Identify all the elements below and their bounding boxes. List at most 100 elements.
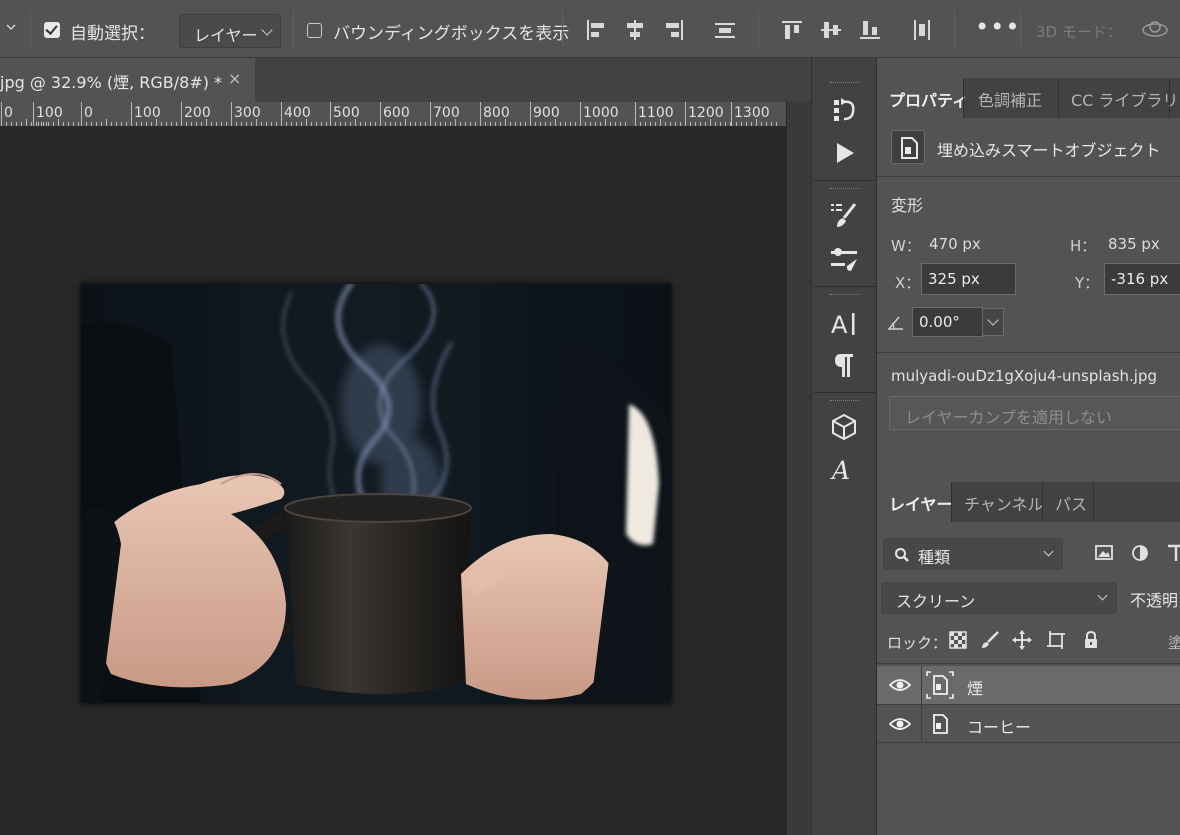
x-label: X： [895, 274, 921, 292]
panel-grip[interactable] [830, 400, 860, 403]
panel-grip[interactable] [830, 82, 860, 85]
ruler-minor-tick [761, 122, 762, 126]
panel-grip[interactable] [830, 294, 860, 297]
lock-artboard-icon[interactable] [1045, 629, 1067, 651]
align-bottom-edges-icon[interactable] [858, 18, 882, 42]
blend-mode-dropdown[interactable]: スクリーン [881, 582, 1117, 614]
ruler-minor-tick [301, 122, 302, 126]
angle-dropdown-button[interactable] [982, 308, 1004, 336]
align-horizontal-centers-icon[interactable] [623, 18, 647, 42]
tab-paths[interactable]: パス [1043, 482, 1093, 522]
ruler-minor-tick [106, 119, 107, 126]
eye-icon[interactable] [889, 716, 911, 732]
tool-preset-chevron-icon[interactable] [6, 22, 16, 32]
layers-empty-area[interactable] [877, 744, 1180, 835]
ruler-minor-tick [655, 122, 656, 126]
ruler-minor-tick [370, 122, 371, 126]
ruler-minor-tick [16, 122, 17, 126]
character-icon[interactable]: A [827, 306, 861, 340]
layer-row-smoke[interactable]: 煙 [877, 666, 1180, 704]
lock-image-pixels-icon[interactable] [979, 629, 1001, 651]
auto-select-target-dropdown[interactable]: レイヤー [179, 14, 281, 48]
type-layer-filter-icon[interactable] [1165, 542, 1180, 564]
brush-settings-icon[interactable] [827, 198, 861, 232]
panel-grip[interactable] [830, 188, 860, 191]
show-bbox-checkbox[interactable] [307, 23, 322, 38]
angle-input[interactable]: 0.00° [912, 307, 983, 337]
ruler-minor-tick [156, 119, 157, 126]
adjustment-layer-filter-icon[interactable] [1129, 542, 1151, 564]
3d-orbit-icon[interactable] [1140, 18, 1170, 42]
lock-transparent-pixels-icon[interactable] [947, 629, 969, 651]
document-tab[interactable]: jpg @ 32.9% (煙, RGB/8#) * × [0, 58, 255, 102]
ruler-minor-tick [86, 122, 87, 126]
lock-position-icon[interactable] [1011, 629, 1033, 651]
ruler-minor-tick [256, 119, 257, 126]
toolbar-divider [1020, 11, 1021, 47]
tab-layers[interactable]: レイヤー [877, 482, 953, 522]
ruler-minor-tick [555, 119, 556, 126]
align-top-edges-icon[interactable] [780, 18, 804, 42]
ruler-minor-tick [751, 122, 752, 126]
ruler-minor-tick [520, 122, 521, 126]
horizontal-ruler[interactable]: 0 100 0 100 200 300 400 500 600 700 800 900 1000 1100… [0, 102, 786, 127]
y-position-input[interactable]: -316 px [1104, 263, 1180, 295]
3d-cube-icon[interactable] [827, 410, 861, 444]
layer-row-coffee[interactable]: コーヒー [877, 705, 1180, 743]
align-right-edges-icon[interactable] [662, 18, 686, 42]
show-bbox-label: バウンディングボックスを表示 [333, 24, 570, 44]
ruler-minor-tick [535, 122, 536, 126]
ruler-minor-tick [440, 122, 441, 126]
layer-comp-dropdown[interactable]: レイヤーカンプを適用しない [889, 396, 1180, 430]
lock-all-icon[interactable] [1080, 629, 1102, 651]
x-position-input[interactable]: 325 px [921, 263, 1016, 295]
chevron-down-icon [261, 24, 273, 36]
ruler-minor-tick [286, 122, 287, 126]
eye-icon[interactable] [889, 677, 911, 693]
actions-play-icon[interactable] [827, 136, 861, 170]
ruler-minor-tick [595, 122, 596, 126]
ruler-minor-tick [771, 122, 772, 126]
ruler-minor-tick [161, 122, 162, 126]
tab-cc-libraries[interactable]: CC ライブラリ [1059, 78, 1178, 118]
glyphs-icon[interactable]: A [827, 452, 861, 486]
pixel-layer-filter-icon[interactable] [1093, 542, 1115, 564]
ruler-minor-tick [276, 122, 277, 126]
close-icon[interactable]: × [228, 69, 241, 88]
angle-icon [887, 316, 903, 330]
ruler-minor-tick [221, 122, 222, 126]
more-options-button[interactable]: ••• [975, 13, 1020, 41]
ruler-minor-tick [410, 122, 411, 126]
ruler-minor-tick [43, 122, 44, 126]
distribute-horizontal-icon[interactable] [910, 18, 934, 42]
distribute-icon[interactable] [713, 18, 737, 42]
tab-channels[interactable]: チャンネル [952, 482, 1044, 522]
ruler-minor-tick [306, 119, 307, 126]
ruler-minor-tick [171, 122, 172, 126]
align-vertical-centers-icon[interactable] [819, 18, 843, 42]
paragraph-icon[interactable] [827, 348, 861, 382]
ruler-minor-tick [68, 122, 69, 126]
ruler-tick-mark [530, 102, 531, 126]
chevron-down-icon [1043, 546, 1054, 557]
ruler-minor-tick [73, 122, 74, 126]
ruler-minor-tick [505, 119, 506, 126]
canvas-image[interactable] [81, 284, 671, 703]
vertical-scrollbar[interactable] [786, 102, 811, 835]
align-left-edges-icon[interactable] [584, 18, 608, 42]
layer-filter-dropdown[interactable]: 種類 [883, 538, 1063, 570]
ruler-minor-tick [470, 122, 471, 126]
tab-adjustments[interactable]: 色調補正 [964, 78, 1058, 118]
history-icon[interactable] [827, 92, 861, 126]
ruler-minor-tick [375, 122, 376, 126]
brush-presets-icon[interactable] [827, 242, 861, 276]
auto-select-checkbox[interactable] [44, 22, 60, 38]
ruler-minor-tick [186, 122, 187, 126]
ruler-minor-tick [311, 122, 312, 126]
ruler-minor-tick [261, 122, 262, 126]
ruler-minor-tick [41, 122, 42, 126]
tab-divider [1093, 482, 1094, 522]
ruler-tick-mark [81, 102, 82, 126]
width-label: W： [891, 237, 921, 255]
tab-properties[interactable]: プロパティ [877, 78, 968, 118]
